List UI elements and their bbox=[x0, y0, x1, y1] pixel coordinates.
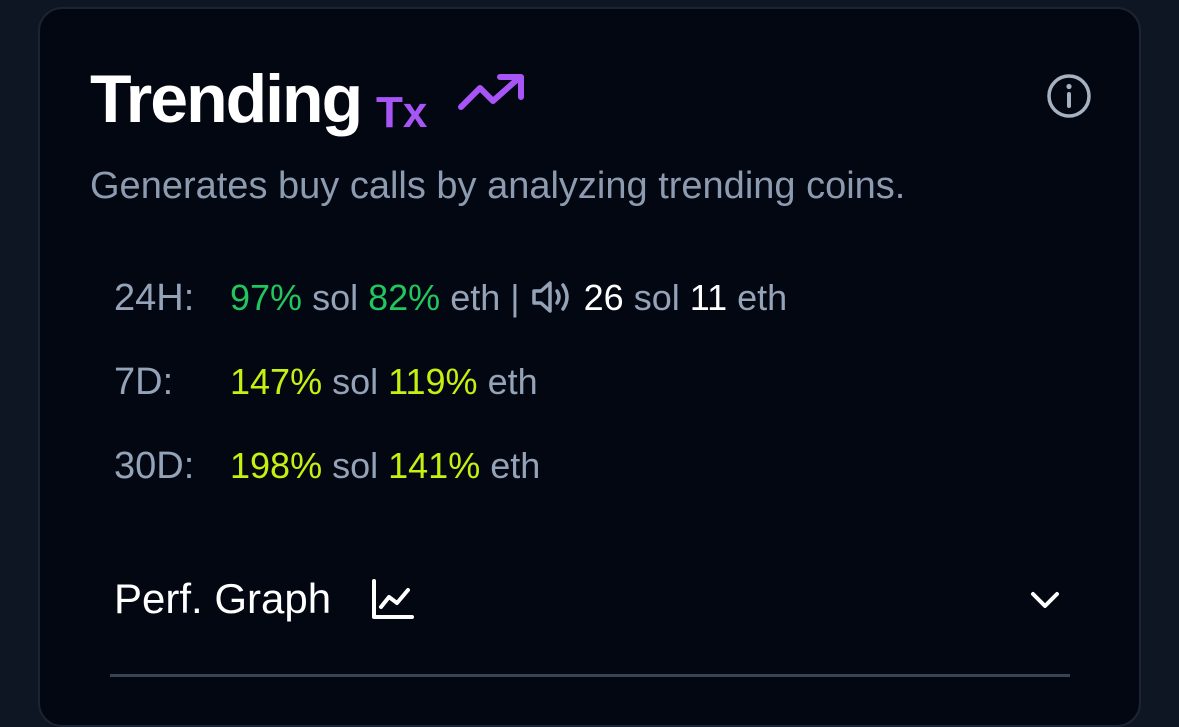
info-icon[interactable] bbox=[1046, 73, 1092, 119]
stat-label-30d: 30D: bbox=[114, 445, 195, 487]
sol-pct-24h: 97% bbox=[230, 277, 303, 318]
stat-values-24h: 97% sol 82% eth | 26 sol 11 eth bbox=[230, 273, 787, 323]
eth-count-label-24h: eth bbox=[737, 277, 788, 318]
eth-label-24h: eth | bbox=[450, 277, 520, 318]
speaker-icon bbox=[531, 281, 569, 313]
sol-pct-7d: 147% bbox=[230, 361, 323, 402]
trending-card: Trending Tx Generates buy calls by analy… bbox=[38, 7, 1141, 727]
sol-label-30d: sol bbox=[332, 445, 379, 486]
chevron-down-icon[interactable] bbox=[1028, 583, 1062, 617]
stat-label-24h: 24H: bbox=[114, 277, 195, 319]
card-title: Trending bbox=[90, 61, 363, 137]
eth-label-30d: eth bbox=[490, 445, 541, 486]
eth-pct-30d: 141% bbox=[388, 445, 481, 486]
perf-graph-label: Perf. Graph bbox=[114, 575, 332, 622]
sol-label-24h: sol bbox=[312, 277, 359, 318]
sol-label-7d: sol bbox=[332, 361, 379, 402]
eth-count-24h: 11 bbox=[689, 277, 728, 318]
sol-count-label-24h: sol bbox=[633, 277, 680, 318]
sol-count-24h: 26 bbox=[583, 277, 624, 318]
perf-graph-toggle[interactable]: Perf. Graph bbox=[114, 569, 1074, 629]
card-subtitle: Generates buy calls by analyzing trendin… bbox=[90, 165, 906, 207]
line-chart-icon bbox=[372, 579, 414, 619]
title-badge: Tx bbox=[376, 88, 428, 137]
trending-up-icon bbox=[458, 74, 524, 110]
stat-values-30d: 198% sol 141% eth bbox=[230, 441, 540, 491]
stat-label-7d: 7D: bbox=[114, 361, 174, 403]
stat-values-7d: 147% sol 119% eth bbox=[230, 357, 538, 407]
sol-pct-30d: 198% bbox=[230, 445, 323, 486]
eth-label-7d: eth bbox=[487, 361, 538, 402]
eth-pct-24h: 82% bbox=[368, 277, 441, 318]
eth-pct-7d: 119% bbox=[388, 361, 478, 402]
